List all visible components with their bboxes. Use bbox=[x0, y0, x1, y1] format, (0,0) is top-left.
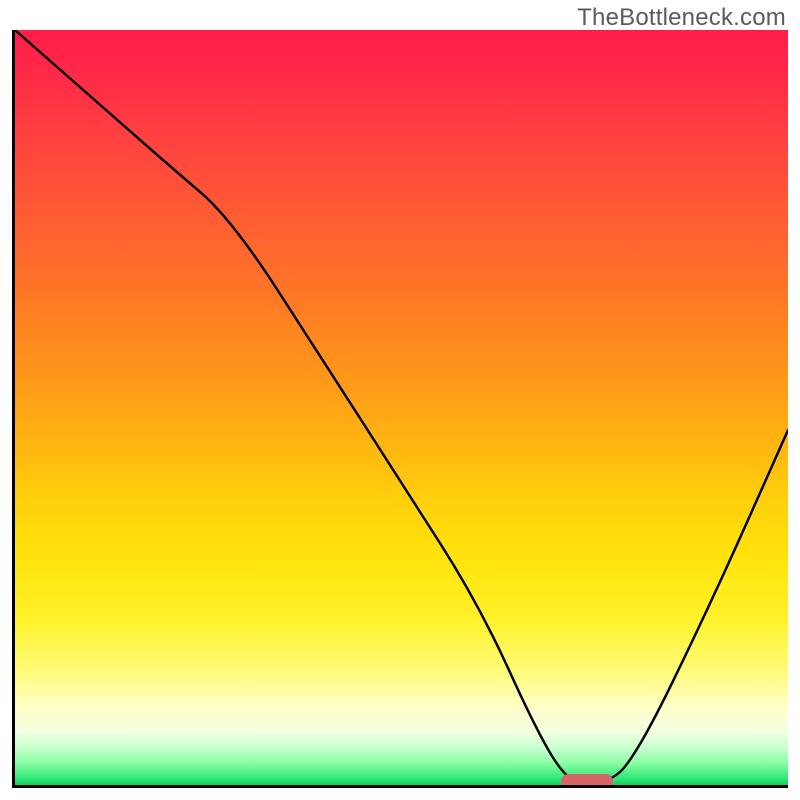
optimal-range-marker bbox=[561, 774, 613, 788]
watermark-text: TheBottleneck.com bbox=[577, 4, 786, 32]
chart-frame: TheBottleneck.com bbox=[0, 0, 800, 800]
plot-area bbox=[12, 30, 788, 788]
bottleneck-curve bbox=[15, 30, 788, 785]
